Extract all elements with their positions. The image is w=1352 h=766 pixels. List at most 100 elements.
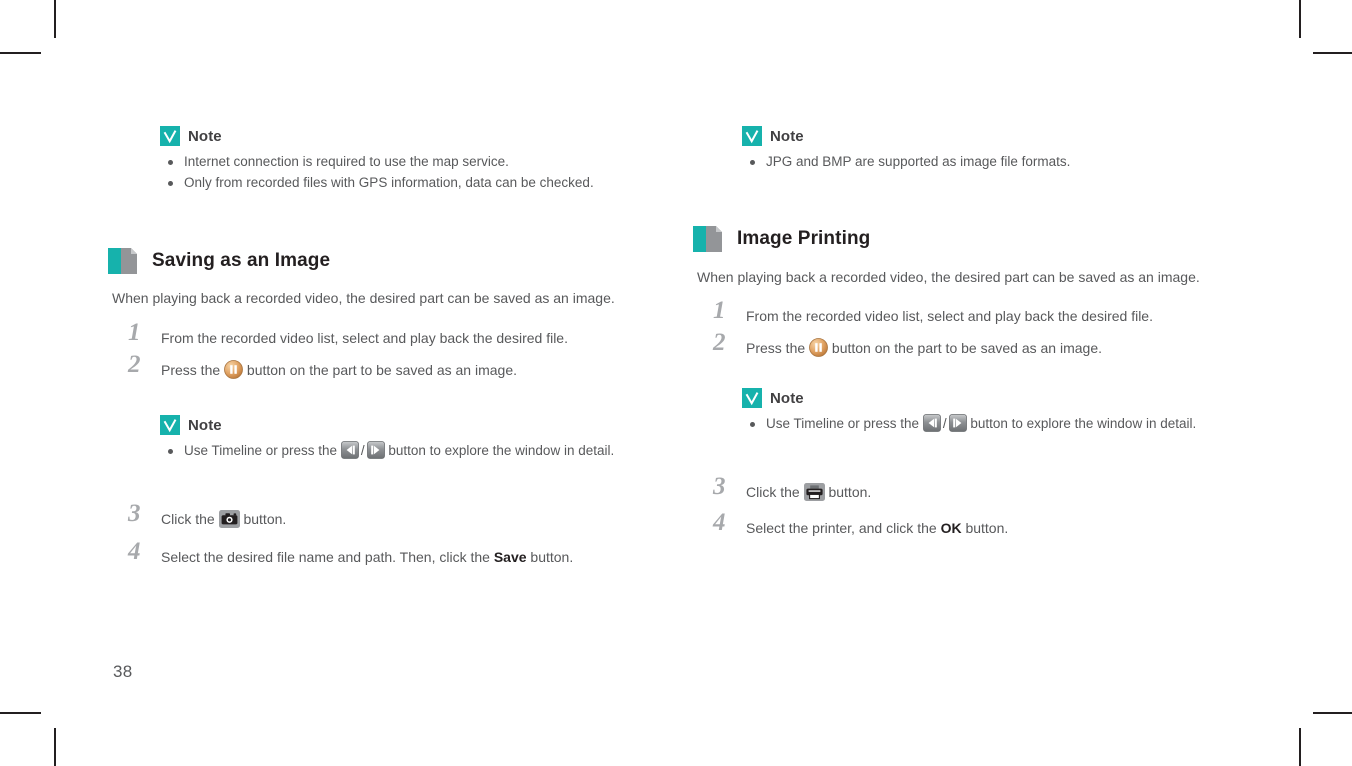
bullet-icon (168, 160, 173, 165)
note-title: Note (188, 127, 222, 145)
printer-icon[interactable] (803, 483, 825, 501)
step-item: 3 Click the button. (112, 501, 672, 529)
step-text-before: Press the (161, 362, 225, 378)
step-number: 4 (128, 538, 141, 565)
right-steps-group-b: 3 Click the button. 4 Select the printer… (697, 474, 1257, 550)
left-note-top: Note Internet connection is required to … (160, 126, 672, 194)
crop-mark-bottom-right-vertical (1299, 728, 1301, 766)
crop-mark-bottom-right-horizontal (1313, 712, 1352, 714)
step-number: 3 (713, 473, 726, 500)
note-title: Note (188, 416, 222, 434)
left-section-intro: When playing back a recorded video, the … (112, 290, 615, 306)
note-item-text-after: button to explore the window in detail. (384, 443, 615, 458)
check-icon (742, 388, 762, 408)
document-page-icon (693, 226, 723, 252)
step-item: 1 From the recorded video list, select a… (112, 320, 672, 348)
note-header: Note (160, 126, 672, 146)
crop-mark-top-left-vertical (54, 0, 56, 38)
step-item: 1 From the recorded video list, select a… (697, 298, 1257, 326)
note-item-text-after: button to explore the window in detail. (966, 416, 1197, 431)
check-icon (742, 126, 762, 146)
pause-icon[interactable] (809, 338, 828, 357)
step-number: 4 (713, 509, 726, 536)
right-note-middle: Note Use Timeline or press the / button … (742, 388, 1257, 435)
right-note-top: Note JPG and BMP are supported as image … (742, 126, 1257, 173)
note-item-text: JPG and BMP are supported as image file … (766, 154, 1071, 169)
note-item-text: Internet connection is required to use t… (184, 154, 509, 169)
note-title: Note (770, 389, 804, 407)
crop-mark-bottom-left-vertical (54, 728, 56, 766)
step-item: 4 Select the desired file name and path.… (112, 539, 672, 567)
step-item: 2 Press the button on the part to be sav… (112, 352, 672, 380)
check-icon (160, 126, 180, 146)
crop-mark-top-right-vertical (1299, 0, 1301, 38)
list-item: Only from recorded files with GPS inform… (160, 173, 672, 193)
note-title: Note (770, 127, 804, 145)
note-list: Use Timeline or press the / button to ex… (742, 414, 1257, 434)
pause-icon[interactable] (224, 360, 243, 379)
step-item: 4 Select the printer, and click the OK b… (697, 510, 1257, 538)
list-item: Use Timeline or press the / button to ex… (742, 414, 1257, 434)
note-list: Use Timeline or press the / button to ex… (160, 441, 672, 461)
separator: / (942, 416, 947, 431)
note-list: JPG and BMP are supported as image file … (742, 152, 1257, 172)
separator: / (360, 443, 365, 458)
step-text-after: button on the part to be saved as an ima… (243, 362, 517, 378)
step-text-before: Select the desired file name and path. T… (161, 549, 494, 565)
ok-button-label: OK (940, 520, 962, 536)
note-item-text-before: Use Timeline or press the (766, 416, 923, 431)
step-number: 1 (713, 297, 726, 324)
step-text-before: Click the (161, 511, 219, 527)
step-number: 2 (713, 329, 726, 356)
step-text: From the recorded video list, select and… (161, 330, 568, 346)
step-forward-icon[interactable] (948, 414, 967, 432)
step-text-after: button. (824, 484, 872, 500)
bullet-icon (168, 181, 173, 186)
step-text-after: button. (961, 520, 1009, 536)
crop-mark-bottom-left-horizontal (0, 712, 41, 714)
step-text-before: Select the printer, and click the (746, 520, 941, 536)
step-text-after: button on the part to be saved as an ima… (828, 340, 1102, 356)
step-backward-icon[interactable] (922, 414, 941, 432)
note-header: Note (742, 388, 1257, 408)
page-number: 38 (113, 662, 133, 681)
left-section-heading: Saving as an Image (108, 248, 672, 274)
bullet-icon (750, 160, 755, 165)
crop-mark-top-right-horizontal (1313, 52, 1352, 54)
save-button-label: Save (493, 549, 527, 565)
step-number: 1 (128, 319, 141, 346)
right-section-heading: Image Printing (693, 226, 1257, 252)
step-text-before: Press the (746, 340, 810, 356)
list-item: Internet connection is required to use t… (160, 152, 672, 172)
right-section-intro: When playing back a recorded video, the … (697, 269, 1200, 285)
note-item-text: Only from recorded files with GPS inform… (184, 175, 594, 190)
document-page-icon (108, 248, 138, 274)
step-backward-icon[interactable] (340, 441, 359, 459)
step-item: 3 Click the button. (697, 474, 1257, 502)
bullet-icon (168, 449, 173, 454)
section-title: Saving as an Image (152, 250, 331, 271)
step-text-after: button. (526, 549, 574, 565)
crop-mark-top-left-horizontal (0, 52, 41, 54)
step-forward-icon[interactable] (366, 441, 385, 459)
note-list: Internet connection is required to use t… (160, 152, 672, 193)
section-title: Image Printing (737, 228, 871, 249)
section-header: Saving as an Image (108, 248, 672, 274)
note-header: Note (160, 415, 672, 435)
left-note-middle: Note Use Timeline or press the / button … (160, 415, 672, 462)
step-item: 2 Press the button on the part to be sav… (697, 330, 1257, 358)
section-header: Image Printing (693, 226, 1257, 252)
check-icon (160, 415, 180, 435)
left-steps-group-a: 1 From the recorded video list, select a… (112, 320, 672, 392)
bullet-icon (750, 422, 755, 427)
note-header: Note (742, 126, 1257, 146)
step-number: 3 (128, 500, 141, 527)
list-item: JPG and BMP are supported as image file … (742, 152, 1257, 172)
camera-icon[interactable] (218, 510, 240, 528)
step-number: 2 (128, 351, 141, 378)
left-steps-group-b: 3 Click the button. 4 Select the desired… (112, 501, 672, 579)
step-text-after: button. (239, 511, 287, 527)
step-text-before: Click the (746, 484, 804, 500)
list-item: Use Timeline or press the / button to ex… (160, 441, 672, 461)
step-text: From the recorded video list, select and… (746, 308, 1153, 324)
